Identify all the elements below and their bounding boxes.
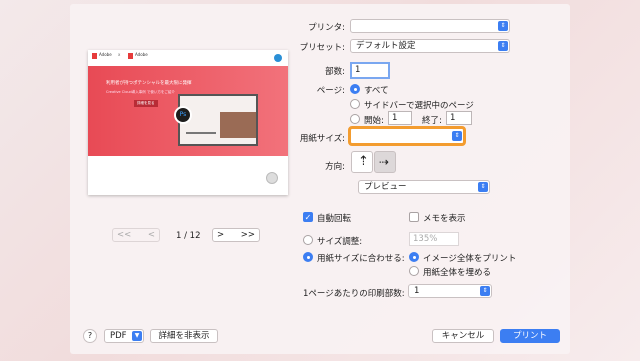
pages-range-radio[interactable]	[350, 114, 360, 124]
help-button[interactable]: ?	[83, 329, 97, 343]
adobe-logo-icon	[92, 53, 97, 59]
pages-per-sheet-value: 1	[414, 286, 420, 296]
preview-signature	[186, 132, 216, 134]
fit-label: 用紙サイズに合わせる:	[317, 254, 405, 264]
popup-arrows-icon: ⇕	[498, 41, 508, 51]
pager-prev-button[interactable]: <	[148, 230, 155, 240]
pages-to-input[interactable]: 1	[446, 111, 472, 125]
pager-next-last-group[interactable]: > >>	[212, 228, 260, 242]
show-notes-checkbox[interactable]	[409, 212, 419, 222]
print-entire-radio[interactable]	[409, 252, 419, 262]
pager-next-button[interactable]: >	[217, 230, 224, 240]
pages-to-label: 終了:	[422, 116, 442, 126]
hide-details-button[interactable]: 詳細を非表示	[150, 329, 218, 343]
pdf-menu-button[interactable]: PDF ▼	[104, 329, 144, 343]
popup-arrows-icon: ⇕	[480, 286, 490, 296]
preview-brand1: Adobe	[99, 52, 112, 57]
preview-hero: 利用者が持つポテンシャルを最大限に発揮 Creative Cloud導入事例 で…	[88, 66, 288, 156]
preview-header: Adobe x Adobe	[88, 50, 288, 66]
preview-headline: 利用者が持つポテンシャルを最大限に発揮	[106, 81, 192, 86]
portrait-person-icon: ⇡	[358, 154, 369, 169]
preview-x: x	[118, 52, 121, 57]
preset-value: デフォルト設定	[356, 41, 416, 51]
pager-first-prev-group[interactable]: << <	[112, 228, 160, 242]
printer-label: プリンタ:	[308, 23, 345, 33]
preset-popup[interactable]: デフォルト設定 ⇕	[350, 39, 510, 53]
fill-paper-radio[interactable]	[409, 266, 419, 276]
pager-first-button[interactable]: <<	[117, 230, 131, 240]
auto-rotate-checkbox[interactable]: ✓	[303, 212, 313, 222]
chevron-down-icon: ▼	[132, 331, 142, 341]
preview-brand2: Adobe	[135, 52, 148, 57]
pages-all-label: すべて	[364, 86, 389, 96]
pages-selected-label: サイドバーで選択中のページ	[364, 101, 474, 111]
preview-subline: Creative Cloud導入事例 で使い方をご紹介	[106, 90, 175, 94]
pdf-label: PDF	[110, 331, 127, 341]
printer-popup[interactable]: ⇕	[350, 19, 510, 33]
portrait-button[interactable]: ⇡	[351, 151, 373, 173]
scale-label: サイズ調整:	[317, 237, 363, 247]
popup-arrows-icon: ⇕	[478, 182, 488, 192]
preview-photo	[220, 112, 256, 138]
print-button[interactable]: プリント	[500, 329, 560, 343]
copies-input[interactable]: 1	[350, 62, 390, 79]
auto-rotate-label: 自動回転	[317, 214, 352, 224]
pages-all-radio[interactable]	[350, 84, 360, 94]
landscape-button[interactable]: ⇢	[374, 151, 396, 173]
print-dialog: プリンタ: ⇕ プリセット: デフォルト設定 ⇕ 部数: 1 ページ: すべて …	[70, 4, 570, 354]
show-notes-label: メモを表示	[423, 214, 466, 224]
preview-corner-icon	[266, 172, 278, 184]
photoshop-badge-icon: Ps	[174, 106, 192, 124]
popup-arrows-icon: ⇕	[452, 131, 462, 141]
section-value: プレビュー	[364, 182, 407, 192]
section-popup[interactable]: プレビュー ⇕	[358, 180, 490, 194]
page-preview: Adobe x Adobe 利用者が持つポテンシャルを最大限に発揮 Creati…	[88, 50, 288, 195]
pages-per-sheet-label: 1ページあたりの印刷部数:	[303, 289, 405, 299]
fill-paper-label: 用紙全体を埋める	[423, 268, 492, 278]
pages-selected-radio[interactable]	[350, 99, 360, 109]
chat-icon	[274, 54, 282, 62]
pager-page-label: 1 / 12	[176, 231, 201, 241]
fit-radio[interactable]	[303, 252, 313, 262]
paper-size-popup[interactable]: ⇕	[348, 126, 466, 146]
landscape-person-icon: ⇢	[379, 155, 390, 169]
pages-from-label: 開始:	[364, 116, 384, 126]
preview-cta: 詳細を見る	[134, 100, 158, 107]
pages-from-input[interactable]: 1	[388, 111, 412, 125]
pager-last-button[interactable]: >>	[241, 230, 255, 240]
scale-radio[interactable]	[303, 235, 313, 245]
popup-arrows-icon: ⇕	[498, 21, 508, 31]
pages-per-sheet-popup[interactable]: 1 ⇕	[408, 284, 492, 298]
adobe-logo-icon	[128, 53, 133, 59]
print-entire-label: イメージ全体をプリント	[423, 254, 517, 264]
cancel-button[interactable]: キャンセル	[432, 329, 494, 343]
scale-input[interactable]: 135%	[409, 232, 459, 246]
